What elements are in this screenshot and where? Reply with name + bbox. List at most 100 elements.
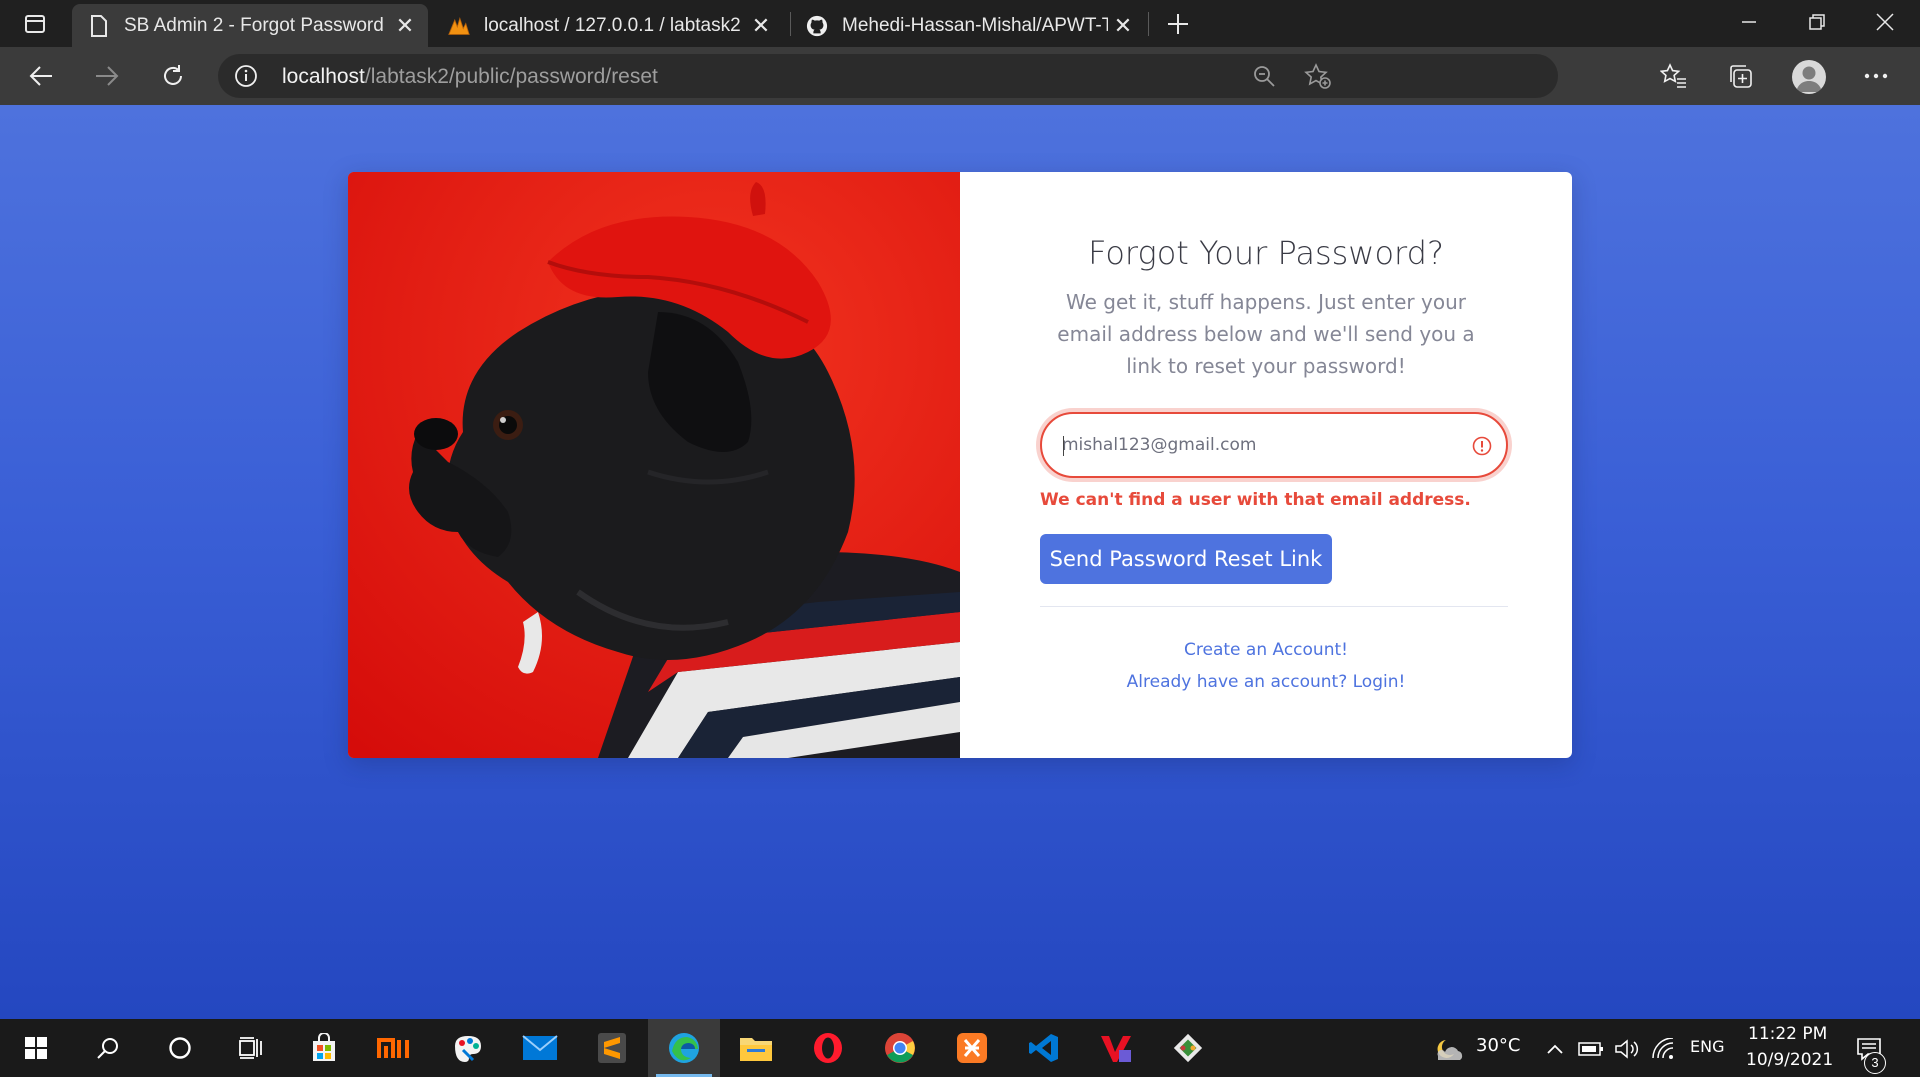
zoom-icon[interactable] xyxy=(1250,62,1278,90)
weather-icon[interactable] xyxy=(1430,1036,1464,1062)
tab-strip: SB Admin 2 - Forgot Password ✕ localhost… xyxy=(0,0,1920,47)
task-view-button[interactable] xyxy=(216,1019,288,1077)
task-view-icon xyxy=(239,1037,262,1059)
collections-icon xyxy=(1730,65,1752,88)
notification-count-badge: 3 xyxy=(1864,1052,1886,1074)
start-button[interactable] xyxy=(0,1019,72,1077)
refresh-icon xyxy=(164,65,182,85)
close-icon[interactable]: ✕ xyxy=(1108,11,1138,41)
forgot-password-form: Forgot Your Password? We get it, stuff h… xyxy=(960,172,1572,758)
search-button[interactable] xyxy=(72,1019,144,1077)
taskbar-app-mi[interactable] xyxy=(360,1019,432,1077)
login-anchor[interactable]: Already have an account? Login! xyxy=(1127,672,1406,692)
close-icon xyxy=(1876,13,1894,31)
restore-button[interactable] xyxy=(1786,0,1848,44)
taskbar-app-paint[interactable] xyxy=(432,1019,504,1077)
close-icon[interactable]: ✕ xyxy=(746,11,776,41)
error-icon xyxy=(1472,436,1492,456)
windows-taskbar: 30°C ENG 11:22 PM 10/9/2021 xyxy=(0,1019,1920,1077)
taskbar-app-winrar[interactable] xyxy=(1080,1019,1152,1077)
tab-actions-icon xyxy=(25,14,45,33)
temperature-text[interactable]: 30°C xyxy=(1476,1035,1520,1056)
store-icon xyxy=(313,1033,335,1061)
new-tab-button[interactable] xyxy=(1158,4,1198,44)
tab-title: localhost / 127.0.0.1 / labtask2 / xyxy=(484,14,746,36)
tab-phpmyadmin[interactable]: localhost / 127.0.0.1 / labtask2 / ✕ xyxy=(432,4,784,47)
user-icon xyxy=(1796,66,1822,92)
mi-icon xyxy=(377,1038,409,1058)
close-icon[interactable]: ✕ xyxy=(390,11,420,41)
vscode-icon xyxy=(1029,1034,1058,1062)
create-account-anchor[interactable]: Create an Account! xyxy=(1184,640,1348,660)
refresh-button[interactable] xyxy=(150,53,196,99)
taskbar-app-sublime[interactable] xyxy=(576,1019,648,1077)
back-arrow-icon xyxy=(29,66,52,86)
add-favorite-icon[interactable] xyxy=(1304,62,1332,90)
cortana-button[interactable] xyxy=(144,1019,216,1077)
navigation-bar: localhost/labtask2/public/password/reset xyxy=(0,47,1920,105)
sublime-icon xyxy=(598,1033,626,1063)
restore-icon xyxy=(1809,14,1825,30)
taskbar-app-git[interactable] xyxy=(1152,1019,1224,1077)
send-reset-link-button[interactable]: Send Password Reset Link xyxy=(1040,534,1332,584)
taskbar-app-vscode[interactable] xyxy=(1008,1019,1080,1077)
wifi-icon[interactable] xyxy=(1650,1036,1676,1062)
minimize-button[interactable] xyxy=(1718,0,1780,44)
tab-sb-admin[interactable]: SB Admin 2 - Forgot Password ✕ xyxy=(72,4,428,47)
site-info-icon[interactable] xyxy=(234,64,258,88)
favorites-icon xyxy=(1660,63,1686,88)
page-subtitle: We get it, stuff happens. Just enter you… xyxy=(1057,290,1475,378)
taskbar-app-edge[interactable] xyxy=(648,1019,720,1077)
address-bar[interactable]: localhost/labtask2/public/password/reset xyxy=(218,54,1558,98)
edge-icon xyxy=(669,1033,699,1063)
taskbar-app-explorer[interactable] xyxy=(720,1019,792,1077)
forgot-password-card: Forgot Your Password? We get it, stuff h… xyxy=(348,172,1572,758)
url-text[interactable]: localhost/labtask2/public/password/reset xyxy=(282,65,658,89)
search-icon xyxy=(97,1038,118,1059)
page-title: Forgot Your Password? xyxy=(1088,234,1444,272)
battery-icon[interactable] xyxy=(1578,1036,1604,1062)
back-button[interactable] xyxy=(18,53,64,99)
taskbar-app-xampp[interactable] xyxy=(936,1019,1008,1077)
tab-separator xyxy=(1148,12,1149,36)
favorites-button[interactable] xyxy=(1652,54,1696,98)
close-window-button[interactable] xyxy=(1854,0,1916,44)
chrome-icon xyxy=(885,1033,915,1063)
chevron-up-icon[interactable] xyxy=(1542,1036,1568,1062)
profile-avatar[interactable] xyxy=(1792,60,1826,94)
taskbar-app-chrome[interactable] xyxy=(864,1019,936,1077)
language-indicator[interactable]: ENG xyxy=(1690,1037,1724,1056)
taskbar-app-mail[interactable] xyxy=(504,1019,576,1077)
email-input[interactable] xyxy=(1062,414,1462,476)
more-icon xyxy=(1864,73,1888,79)
opera-icon xyxy=(814,1033,842,1063)
create-account-link: Create an Account! xyxy=(960,640,1572,660)
email-field[interactable] xyxy=(1040,412,1508,478)
cortana-icon xyxy=(169,1037,191,1059)
plus-icon xyxy=(1168,14,1188,34)
email-error-message: We can't find a user with that email add… xyxy=(1040,490,1471,510)
text-caret xyxy=(1063,436,1064,456)
settings-menu-button[interactable] xyxy=(1854,54,1898,98)
page-icon xyxy=(88,14,110,37)
clock-date[interactable]: 10/9/2021 xyxy=(1746,1050,1833,1070)
github-icon xyxy=(806,15,828,37)
volume-icon[interactable] xyxy=(1614,1036,1640,1062)
taskbar-app-store[interactable] xyxy=(288,1019,360,1077)
pug-photo xyxy=(348,172,960,758)
tab-actions-button[interactable] xyxy=(10,0,60,47)
phpmyadmin-icon xyxy=(448,15,470,37)
tab-github[interactable]: Mehedi-Hassan-Mishal/APWT-T/ ✕ xyxy=(790,4,1146,47)
xampp-icon xyxy=(957,1033,987,1063)
git-icon xyxy=(1173,1033,1203,1063)
taskbar-app-opera[interactable] xyxy=(792,1019,864,1077)
forward-arrow-icon xyxy=(96,66,119,86)
forward-button[interactable] xyxy=(84,53,130,99)
minimize-icon xyxy=(1742,21,1756,23)
page-background: Forgot Your Password? We get it, stuff h… xyxy=(0,105,1920,1019)
file-explorer-icon xyxy=(740,1038,772,1061)
tab-title: SB Admin 2 - Forgot Password xyxy=(124,14,384,36)
clock-time[interactable]: 11:22 PM xyxy=(1748,1024,1827,1044)
collections-button[interactable] xyxy=(1718,54,1762,98)
pug-illustration xyxy=(348,172,960,758)
